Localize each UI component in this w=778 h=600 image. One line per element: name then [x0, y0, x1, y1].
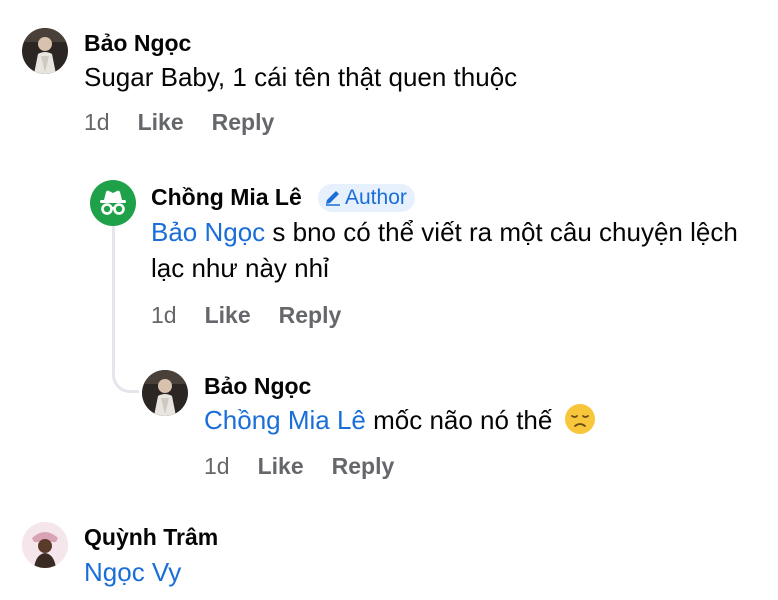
pencil-icon — [326, 191, 340, 206]
reply-button[interactable]: Reply — [279, 302, 342, 328]
comment-text: Chồng Mia Lê mốc não nó thế — [204, 402, 764, 444]
thread-connector — [112, 350, 139, 393]
comment-actions: 1d Like Reply — [151, 301, 341, 329]
avatar-quynh-tram[interactable] — [22, 522, 68, 568]
comment-text: Sugar Baby, 1 cái tên thật quen thuộc — [84, 59, 744, 95]
comment-author[interactable]: Bảo Ngọc — [204, 372, 311, 400]
disappointed-face-icon — [564, 403, 596, 444]
incognito-icon — [100, 190, 126, 215]
reply-button[interactable]: Reply — [332, 453, 395, 479]
mention-link[interactable]: Ngọc Vy — [84, 557, 181, 587]
comment-text: Bảo Ngọc s bno có thể viết ra một câu ch… — [151, 214, 761, 286]
comment-author[interactable]: Chồng Mia Lê — [151, 183, 302, 211]
comment-actions: 1d Like Reply — [84, 108, 274, 136]
avatar-chong-mia-le[interactable] — [90, 180, 136, 226]
author-badge: Author — [318, 184, 415, 212]
comment-body: Sugar Baby, 1 cái tên thật quen thuộc — [84, 62, 518, 92]
avatar-bao-ngoc[interactable] — [22, 28, 68, 74]
comment-actions: 1d Like Reply — [204, 452, 394, 480]
comment-author[interactable]: Bảo Ngọc — [84, 29, 191, 57]
comment-timestamp[interactable]: 1d — [84, 109, 110, 135]
comment-timestamp[interactable]: 1d — [151, 302, 177, 328]
reply-button[interactable]: Reply — [212, 109, 275, 135]
comment-timestamp[interactable]: 1d — [204, 453, 230, 479]
like-button[interactable]: Like — [205, 302, 251, 328]
like-button[interactable]: Like — [138, 109, 184, 135]
mention-link[interactable]: Chồng Mia Lê — [204, 405, 366, 435]
comment-text: Ngọc Vy — [84, 554, 744, 590]
comment-author[interactable]: Quỳnh Trâm — [84, 523, 218, 551]
avatar-bao-ngoc[interactable] — [142, 370, 188, 416]
comment-body: mốc não nó thế — [365, 405, 553, 435]
mention-link[interactable]: Bảo Ngọc — [151, 217, 265, 247]
author-badge-label: Author — [345, 186, 407, 209]
like-button[interactable]: Like — [258, 453, 304, 479]
